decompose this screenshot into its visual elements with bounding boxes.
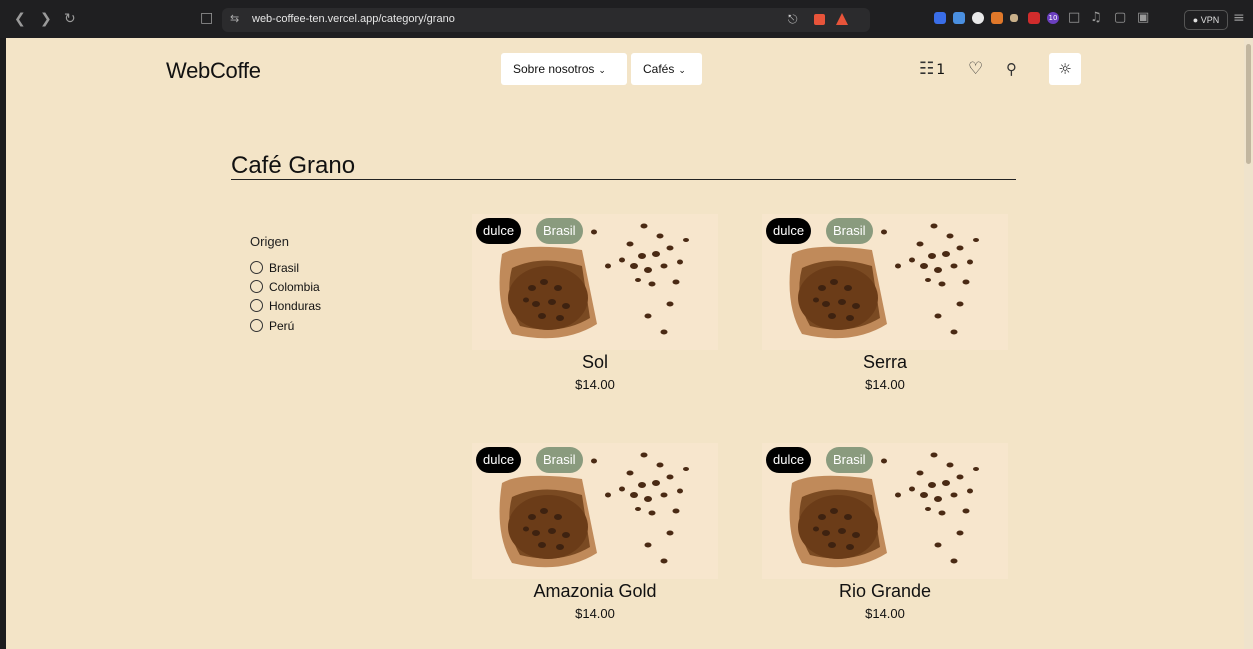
filter-option-colombia[interactable]: Colombia: [250, 278, 320, 296]
flavor-tag: dulce: [476, 218, 522, 244]
menu-icon[interactable]: ≡: [1233, 10, 1245, 26]
filter-label: Honduras: [269, 299, 322, 313]
extension-icon[interactable]: [1028, 12, 1040, 24]
title-divider: [231, 179, 1016, 180]
browser-toolbar: ❮ ❯ ↻ □ ⇆ web-coffee-ten.vercel.app/cate…: [0, 0, 1253, 38]
radio-icon[interactable]: [250, 319, 263, 332]
vpn-label: VPN: [1200, 15, 1220, 25]
scrollbar-thumb[interactable]: [1246, 44, 1251, 164]
product-name[interactable]: Sol: [472, 352, 718, 373]
reload-icon[interactable]: ↻: [64, 11, 76, 27]
radio-icon[interactable]: [250, 280, 263, 293]
theme-toggle-button[interactable]: ☼: [1049, 53, 1081, 85]
filter-label: Perú: [269, 319, 295, 333]
flavor-tag: dulce: [476, 447, 522, 473]
radio-icon[interactable]: [250, 261, 263, 274]
brave-shield-icon[interactable]: [814, 14, 825, 25]
media-icon[interactable]: ♫: [1090, 10, 1102, 26]
origin-tag: Brasil: [826, 447, 873, 473]
address-bar[interactable]: ⇆ web-coffee-ten.vercel.app/category/gra…: [222, 8, 870, 32]
product-image[interactable]: dulce Brasil: [762, 443, 1008, 579]
page-viewport: WebCoffe Sobre nosotros ⌄ Cafés ⌄ ☷ 1 ♡ ⚲ ☼…: [6, 38, 1244, 649]
page-title: Café Grano: [231, 152, 356, 179]
radio-icon[interactable]: [250, 299, 263, 312]
product-image[interactable]: dulce Brasil: [472, 443, 718, 579]
extension-icon[interactable]: [972, 12, 984, 24]
nav-label: Sobre nosotros: [513, 62, 595, 76]
chevron-down-icon: ⌄: [598, 65, 606, 75]
product-name[interactable]: Rio Grande: [762, 581, 1008, 602]
nav-cafes[interactable]: Cafés ⌄: [631, 53, 702, 85]
product-image[interactable]: dulce Brasil: [762, 214, 1008, 350]
flavor-tag: dulce: [766, 218, 812, 244]
back-icon[interactable]: ❮: [14, 11, 26, 27]
cart-button[interactable]: ☷ 1: [919, 56, 945, 82]
site-logo[interactable]: WebCoffe: [166, 58, 261, 84]
product-card[interactable]: dulce Brasil Sol $14.00: [472, 214, 718, 414]
product-price: $14.00: [575, 606, 615, 621]
origin-tag: Brasil: [536, 218, 583, 244]
product-card[interactable]: dulce Brasil Amazonia Gold $14.00: [472, 443, 718, 643]
site-settings-icon[interactable]: ⇆: [230, 12, 239, 25]
sun-icon: ☼: [1058, 60, 1072, 78]
filter-option-brasil[interactable]: Brasil: [250, 259, 299, 277]
forward-icon[interactable]: ❯: [40, 11, 52, 27]
extension-icon[interactable]: [953, 12, 965, 24]
extension-badge-icon[interactable]: 10: [1047, 12, 1059, 24]
url-text: web-coffee-ten.vercel.app/category/grano: [252, 13, 455, 25]
wallet-icon[interactable]: ▣: [1137, 10, 1149, 26]
filter-option-peru[interactable]: Perú: [250, 317, 294, 335]
extension-icon[interactable]: [1010, 14, 1018, 22]
extension-icon[interactable]: [991, 12, 1003, 24]
flavor-tag: dulce: [766, 447, 812, 473]
vpn-button[interactable]: ● VPN: [1184, 10, 1228, 30]
filter-label: Brasil: [269, 261, 300, 275]
product-price: $14.00: [575, 377, 615, 392]
product-name[interactable]: Serra: [762, 352, 1008, 373]
product-card[interactable]: dulce Brasil Rio Grande $14.00: [762, 443, 1008, 643]
cart-count: 1: [936, 62, 946, 78]
filter-label: Colombia: [269, 280, 320, 294]
share-icon[interactable]: ⎋: [788, 12, 798, 27]
cart-icon: ☷: [919, 59, 935, 79]
product-name[interactable]: Amazonia Gold: [472, 581, 718, 602]
nav-label: Cafés: [643, 62, 675, 76]
product-image[interactable]: dulce Brasil: [472, 214, 718, 350]
extensions-icon[interactable]: □: [1068, 10, 1080, 26]
user-icon[interactable]: ⚲: [1006, 56, 1017, 82]
extension-icon[interactable]: [934, 12, 946, 24]
bookmark-icon[interactable]: □: [200, 10, 213, 26]
origin-tag: Brasil: [826, 218, 873, 244]
filter-option-honduras[interactable]: Honduras: [250, 297, 321, 315]
nav-sobre-nosotros[interactable]: Sobre nosotros ⌄: [501, 53, 627, 85]
product-price: $14.00: [865, 377, 905, 392]
heart-icon[interactable]: ♡: [968, 56, 983, 82]
filter-heading: Origen: [250, 234, 290, 249]
product-price: $14.00: [865, 606, 905, 621]
sidebar-icon[interactable]: ▢: [1114, 10, 1126, 26]
brave-rewards-icon[interactable]: [836, 13, 848, 25]
product-card[interactable]: dulce Brasil Serra $14.00: [762, 214, 1008, 414]
origin-tag: Brasil: [536, 447, 583, 473]
chevron-down-icon: ⌄: [678, 65, 686, 75]
